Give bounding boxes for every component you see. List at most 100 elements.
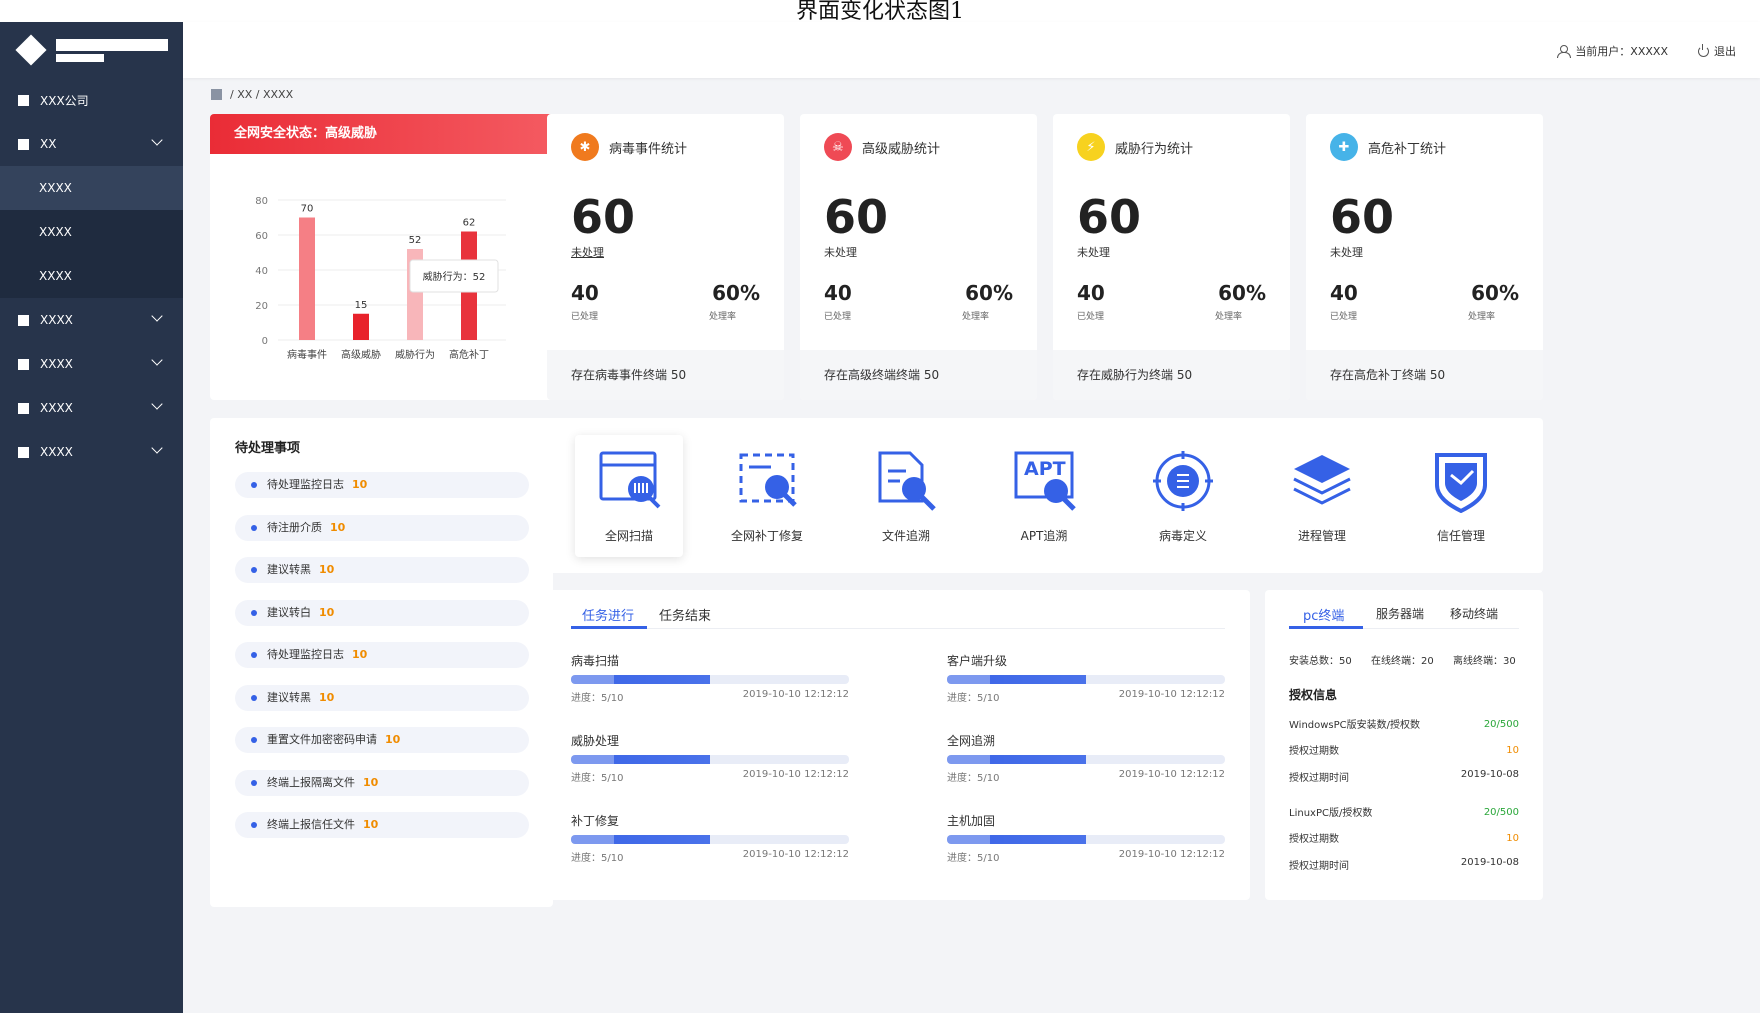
installed-total: 安装总数：50 xyxy=(1289,656,1352,667)
pending-item[interactable]: 待处理监控日志 10 xyxy=(235,472,529,498)
tool-layers[interactable]: 进程管理 xyxy=(1268,435,1376,557)
tool-shield[interactable]: 信任管理 xyxy=(1407,435,1515,557)
tool-virus[interactable]: 病毒定义 xyxy=(1129,435,1237,557)
chart-tooltip: 威胁行为：52 xyxy=(409,259,499,293)
pending-item-count: 10 xyxy=(352,648,368,661)
pending-title: 待处理事项 xyxy=(235,441,301,456)
unprocessed-count: 60 xyxy=(824,190,889,244)
task-meta: 进度：5/10 2019-10-10 12:12:12 xyxy=(947,849,1225,864)
auth-row: LinuxPC版/授权数 20/500 xyxy=(1289,804,1519,819)
auth-row: 授权过期时间 2019-10-08 xyxy=(1289,769,1519,784)
process-rate-label: 处理率 xyxy=(1467,312,1495,322)
bar-value-label: 15 xyxy=(355,300,368,311)
pending-item[interactable]: 建议转黑 10 xyxy=(235,557,529,583)
task-progress-bar xyxy=(571,755,849,764)
pending-item[interactable]: 建议转黑 10 xyxy=(235,684,529,711)
task-item[interactable]: 客户端升级 进度：5/10 2019-10-10 12:12:12 xyxy=(947,652,1225,704)
tool-apt-trace[interactable]: APT APT追溯 xyxy=(990,435,1098,557)
x-tick-label: 高危补丁 xyxy=(449,348,489,361)
sidebar-submenu: XXXX XXXX XXXX xyxy=(0,166,183,298)
unprocessed-label[interactable]: 未处理 xyxy=(571,244,604,260)
sidebar-item-4[interactable]: XXXX xyxy=(0,342,183,386)
y-tick-label: 0 xyxy=(262,336,268,347)
tool-label: 病毒定义 xyxy=(1158,529,1207,543)
power-icon xyxy=(1698,43,1709,57)
task-name: 主机加固 xyxy=(947,814,996,828)
pending-item[interactable]: 重置文件加密密码申请 10 xyxy=(235,727,529,753)
pending-item[interactable]: 建议转白 10 xyxy=(235,599,529,626)
tool-file-trace[interactable]: 文件追溯 xyxy=(852,435,960,557)
stat-title: 高级威胁统计 xyxy=(862,141,941,157)
task-meta: 进度：5/10 2019-10-10 12:12:12 xyxy=(571,849,849,864)
tool-scan[interactable]: 全网扫描 xyxy=(575,435,683,557)
processed-label: 已处理 xyxy=(1330,312,1358,322)
network-status-card: 全网安全状态：高级威胁 0 20 40 60 80 70 病毒事件 15 高级威胁 52 威胁行为 6… xyxy=(210,114,553,400)
task-item[interactable]: 威胁处理 进度：5/10 2019-10-10 12:12:12 xyxy=(571,732,849,784)
task-item[interactable]: 主机加固进度：5/10 2019-10-10 12:12:12 xyxy=(947,812,1225,864)
bar[interactable] xyxy=(353,313,369,340)
shield-icon xyxy=(1435,453,1487,513)
square-icon xyxy=(18,314,29,326)
task-progress-fill xyxy=(947,675,1086,684)
tab-server[interactable]: 服务器端 xyxy=(1376,605,1424,622)
bar-value-label: 70 xyxy=(301,204,314,215)
task-meta: 进度：5/10 2019-10-10 12:12:12 xyxy=(571,689,849,704)
sidebar-subitem[interactable]: XXXX xyxy=(0,254,183,298)
processed-count: 40 xyxy=(824,281,852,305)
stat-card-virus[interactable]: ✱ 病毒事件统计 60 未处理 40 已处理 60% 处理率 存在病毒事件终端 50 xyxy=(547,114,784,400)
auth-row: WindowsPC版安装数/授权数 20/500 xyxy=(1289,716,1519,731)
auth-row-label: 授权过期时间 xyxy=(1289,861,1349,872)
sidebar-item-6[interactable]: XXXX xyxy=(0,430,183,474)
online-terminals: 在线终端：20 xyxy=(1371,656,1434,667)
tool-label: 进程管理 xyxy=(1297,529,1346,543)
square-icon xyxy=(18,358,29,370)
tab-mobile-terminal[interactable]: 移动终端 xyxy=(1450,605,1498,622)
task-name: 全网追溯 xyxy=(947,734,996,748)
stat-card-advanced-threat[interactable]: ☠ 高级威胁统计 60 未处理 40 已处理 60% 处理率 存在高级终端终端 50 xyxy=(800,114,1037,400)
breadcrumb: / XX / XXXX xyxy=(211,88,293,101)
process-rate: 60% xyxy=(965,281,1013,305)
tool-label: 信任管理 xyxy=(1436,529,1485,543)
logout-button[interactable]: 退出 xyxy=(1698,43,1736,59)
sidebar-item-company[interactable]: XXX公司 xyxy=(0,78,183,122)
pending-item[interactable]: 待注册介质 10 xyxy=(235,514,529,541)
auth-row-label: 授权过期数 xyxy=(1289,834,1339,845)
pending-item-count: 10 xyxy=(319,605,335,619)
pending-item[interactable]: 待处理监控日志 10 xyxy=(235,642,529,668)
task-time: 2019-10-10 12:12:12 xyxy=(1118,769,1225,780)
y-tick-label: 60 xyxy=(255,231,268,242)
stat-card-high-risk-patch[interactable]: ✚ 高危补丁统计 60 未处理 40 已处理 60% 处理率 存在高危补丁终端 50 xyxy=(1306,114,1543,400)
tab-tasks-finished[interactable]: 任务结束 xyxy=(659,605,711,624)
task-meta: 进度：5/10 2019-10-10 12:12:12 xyxy=(947,769,1225,784)
task-progress-label: 进度：5/10 xyxy=(947,853,1000,864)
task-item[interactable]: 病毒扫描 进度：5/10 2019-10-10 12:12:12 xyxy=(571,652,849,704)
home-icon[interactable] xyxy=(211,89,222,100)
svg-text:APT: APT xyxy=(1024,458,1066,480)
sidebar-subitem-active[interactable]: XXXX xyxy=(0,166,183,210)
breadcrumb-path[interactable]: / XX / XXXX xyxy=(230,88,293,101)
sidebar-item-xx[interactable]: XX xyxy=(0,122,183,166)
stat-card-threat-behavior[interactable]: ⚡ 威胁行为统计 60 未处理 40 已处理 60% 处理率 存在威胁行为终端 50 xyxy=(1053,114,1290,400)
sidebar-item-5[interactable]: XXXX xyxy=(0,386,183,430)
chevron-down-icon xyxy=(151,398,163,410)
tab-tasks-running[interactable]: 任务进行 xyxy=(582,605,634,624)
tab-pc-terminal[interactable]: pc终端 xyxy=(1303,605,1344,624)
chevron-down-icon xyxy=(151,442,163,454)
unprocessed-label: 未处理 xyxy=(1077,246,1110,259)
pending-item-count: 10 xyxy=(385,733,401,746)
sidebar-item-3[interactable]: XXXX xyxy=(0,298,183,342)
pending-item[interactable]: 终端上报隔离文件 10 xyxy=(235,769,529,796)
bar[interactable] xyxy=(299,217,315,341)
pending-item-label: 建议转黑 xyxy=(267,690,311,704)
sidebar-subitem[interactable]: XXXX xyxy=(0,210,183,254)
task-item[interactable]: 全网追溯进度：5/10 2019-10-10 12:12:12 xyxy=(947,732,1225,784)
stat-header: ☠ 高级威胁统计 xyxy=(824,133,940,161)
task-item[interactable]: 补丁修复 进度：5/10 2019-10-10 12:12:12 xyxy=(571,812,849,864)
auth-row-value: 10 xyxy=(1506,745,1519,756)
task-progress-label: 进度：5/10 xyxy=(947,773,1000,784)
tool-patch-repair[interactable]: 全网补丁修复 xyxy=(713,435,821,557)
current-user[interactable]: 当前用户：XXXXX xyxy=(1557,43,1668,59)
file-trace-icon xyxy=(878,451,936,511)
logo[interactable] xyxy=(0,22,183,78)
pending-item[interactable]: 终端上报信任文件 10 xyxy=(235,812,529,838)
